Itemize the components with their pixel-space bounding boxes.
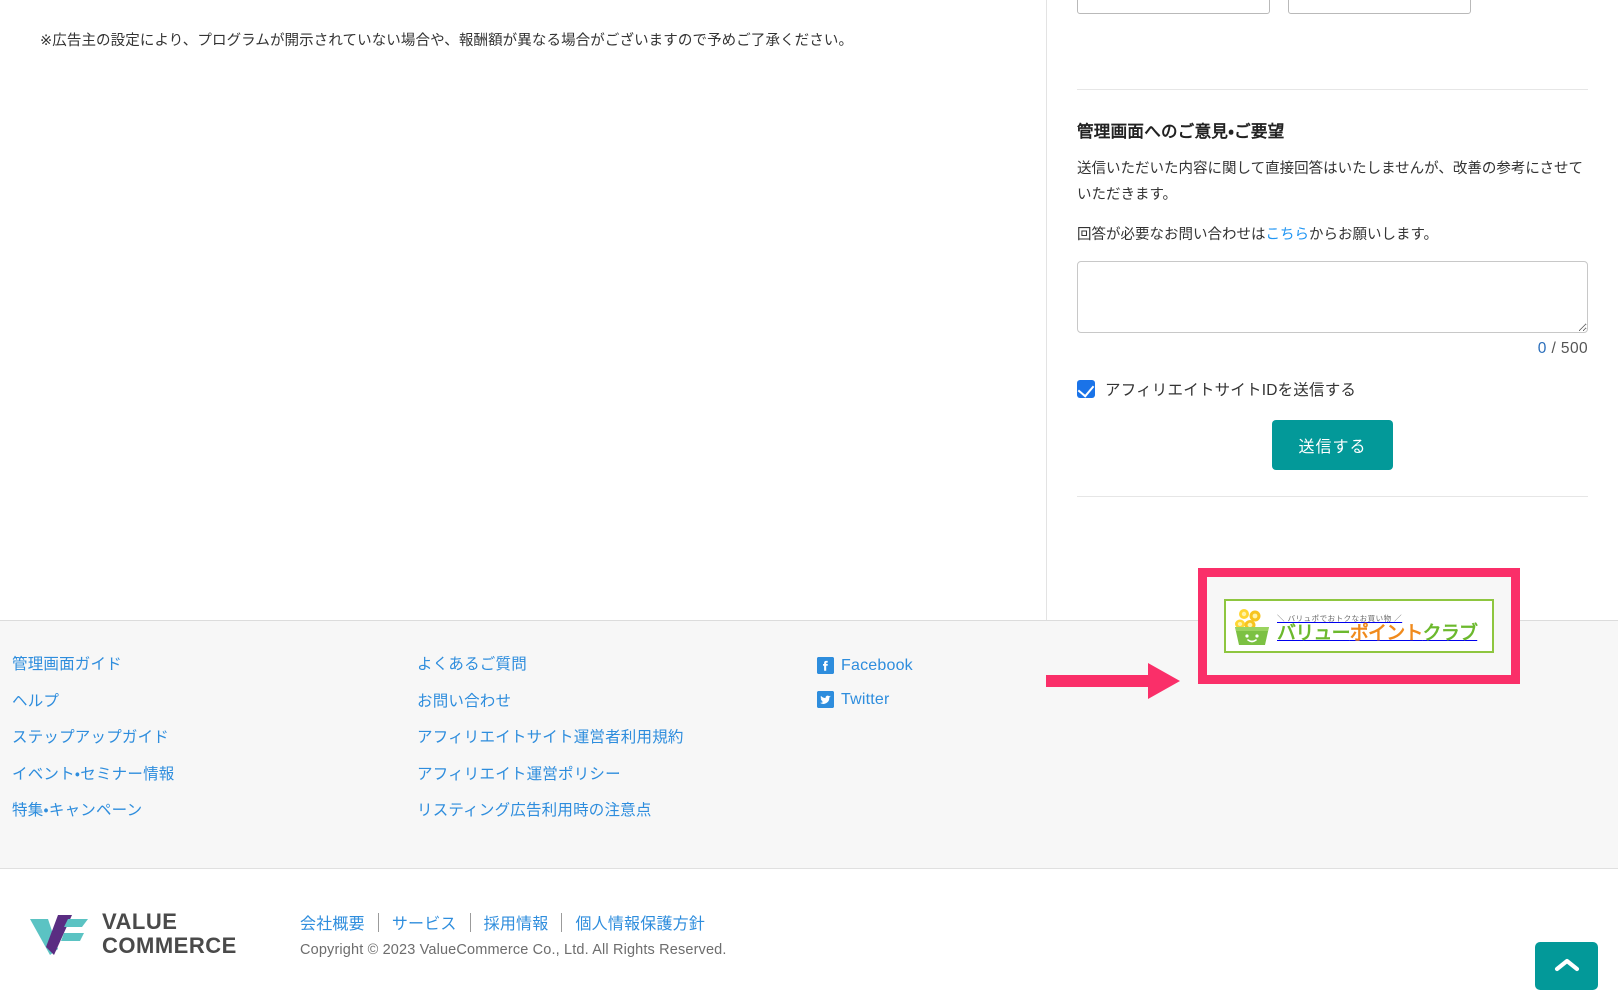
send-site-id-checkbox[interactable] (1077, 380, 1095, 399)
sidebar-divider-bottom (1077, 496, 1588, 498)
clipped-input-right[interactable] (1288, 0, 1471, 14)
vpc-name-part1: バリュー (1277, 623, 1351, 644)
feedback-title: 管理画面へのご意見・ご要望 (1077, 123, 1285, 141)
send-site-id-row[interactable]: アフィリエイトサイトIDを送信する (1077, 378, 1588, 400)
logo-line-2: COMMERCE (102, 933, 237, 958)
corporate-info-block: 会社概要 サービス 採用情報 個人情報保護方針 Copyright © 2023… (298, 910, 727, 958)
footer-link-site-terms[interactable]: アフィリエイトサイト運営者利用規約 (417, 730, 817, 746)
footer-bottom-bar: VALUE COMMERCE 会社概要 サービス 採用情報 個人情報保護方針 C… (0, 868, 1618, 999)
annotation-highlight-box: ＼ バリュポでおトクなお買い物 ／ バリューポイントクラブ (1198, 568, 1520, 684)
footer-column-guides: 管理画面ガイド ヘルプ ステップアップガイド イベント・セミナー情報 特集・キャ… (12, 657, 417, 840)
feedback-paragraph-2: 回答が必要なお問い合わせはこちらからお願いします。 (1077, 222, 1588, 248)
vpc-name-part2: ポイント (1349, 623, 1424, 644)
valuecommerce-logo-text: VALUE COMMERCE (102, 910, 237, 958)
chevron-up-icon (1554, 957, 1580, 976)
clipped-input-row (1077, 0, 1588, 14)
shopping-basket-coins-icon (1231, 605, 1273, 647)
character-counter: 0 / 500 (1077, 340, 1588, 358)
page-upper-content: ※広告主の設定により、プログラムが開示されていない場合や、報酬額が異なる場合がご… (0, 0, 1618, 620)
valuecommerce-logo-mark (28, 911, 90, 957)
value-point-club-text: ＼ バリュポでおトクなお買い物 ／ バリューポイントクラブ (1273, 609, 1487, 643)
feedback-textarea[interactable] (1077, 261, 1588, 334)
submit-row: 送信する (1077, 420, 1588, 471)
footer-column-social: Facebook Twitter (817, 657, 1052, 840)
character-counter-max: / 500 (1551, 340, 1588, 358)
main-content-column: ※広告主の設定により、プログラムが開示されていない場合や、報酬額が異なる場合がご… (0, 0, 1046, 620)
corp-link-careers[interactable]: 採用情報 (471, 910, 562, 934)
facebook-icon (817, 657, 834, 674)
copyright-text: Copyright © 2023 ValueCommerce Co., Ltd.… (300, 942, 727, 958)
footer-link-faq[interactable]: よくあるご質問 (417, 657, 817, 673)
valuecommerce-logo[interactable]: VALUE COMMERCE (28, 910, 298, 958)
corp-link-company[interactable]: 会社概要 (300, 910, 378, 934)
footer-link-columns: 管理画面ガイド ヘルプ ステップアップガイド イベント・セミナー情報 特集・キャ… (0, 657, 1618, 840)
contact-link[interactable]: こちら (1266, 227, 1310, 243)
send-site-id-label: アフィリエイトサイトIDを送信する (1105, 382, 1357, 400)
scroll-to-top-button[interactable] (1535, 942, 1598, 990)
right-sidebar: 管理画面へのご意見・ご要望 送信いただいた内容に関して直接回答はいたしませんが、… (1046, 0, 1618, 620)
vpc-name-part3: クラブ (1422, 623, 1478, 644)
footer-link-facebook-label: Facebook (841, 656, 913, 674)
corp-link-privacy[interactable]: 個人情報保護方針 (562, 910, 718, 934)
footer-link-campaign[interactable]: 特集・キャンペーン (12, 803, 417, 819)
footer-column-support: よくあるご質問 お問い合わせ アフィリエイトサイト運営者利用規約 アフィリエイト… (417, 657, 817, 840)
footer-link-help[interactable]: ヘルプ (12, 693, 417, 710)
footer-link-admin-guide[interactable]: 管理画面ガイド (12, 657, 417, 673)
footer-link-event-seminar[interactable]: イベント・セミナー情報 (12, 766, 417, 783)
character-counter-current: 0 (1537, 340, 1547, 358)
logo-line-1: VALUE (102, 909, 178, 935)
footer-link-area: 管理画面ガイド ヘルプ ステップアップガイド イベント・セミナー情報 特集・キャ… (0, 568, 1618, 868)
feedback-paragraph-2-before: 回答が必要なお問い合わせは (1077, 226, 1266, 243)
footer-link-stepup-guide[interactable]: ステップアップガイド (12, 730, 417, 746)
submit-feedback-button[interactable]: 送信する (1272, 420, 1393, 471)
value-point-club-tagline: ＼ バリュポでおトクなお買い物 ／ (1277, 614, 1403, 623)
corporate-links: 会社概要 サービス 採用情報 個人情報保護方針 (300, 910, 727, 934)
disclaimer-note: ※広告主の設定により、プログラムが開示されていない場合や、報酬額が異なる場合がご… (40, 33, 854, 49)
value-point-club-banner[interactable]: ＼ バリュポでおトクなお買い物 ／ バリューポイントクラブ (1224, 599, 1494, 653)
footer-link-twitter-label: Twitter (841, 690, 890, 708)
value-point-club-name: バリューポイントクラブ (1277, 623, 1478, 644)
feedback-paragraph-2-after: からお願いします。 (1309, 226, 1439, 243)
footer-link-twitter[interactable]: Twitter (817, 691, 1052, 708)
footer-link-facebook[interactable]: Facebook (817, 657, 1052, 674)
footer-link-policy[interactable]: アフィリエイト運営ポリシー (417, 766, 817, 783)
clipped-input-left[interactable] (1077, 0, 1270, 14)
twitter-icon (817, 691, 834, 708)
footer-link-contact[interactable]: お問い合わせ (417, 693, 817, 710)
feedback-panel: 管理画面へのご意見・ご要望 送信いただいた内容に関して直接回答はいたしませんが、… (1077, 90, 1588, 471)
footer-link-listing-notes[interactable]: リスティング広告利用時の注意点 (417, 803, 817, 819)
feedback-paragraph-1: 送信いただいた内容に関して直接回答はいたしませんが、改善の参考にさせていただきま… (1077, 161, 1584, 204)
corp-link-services[interactable]: サービス (379, 910, 470, 934)
